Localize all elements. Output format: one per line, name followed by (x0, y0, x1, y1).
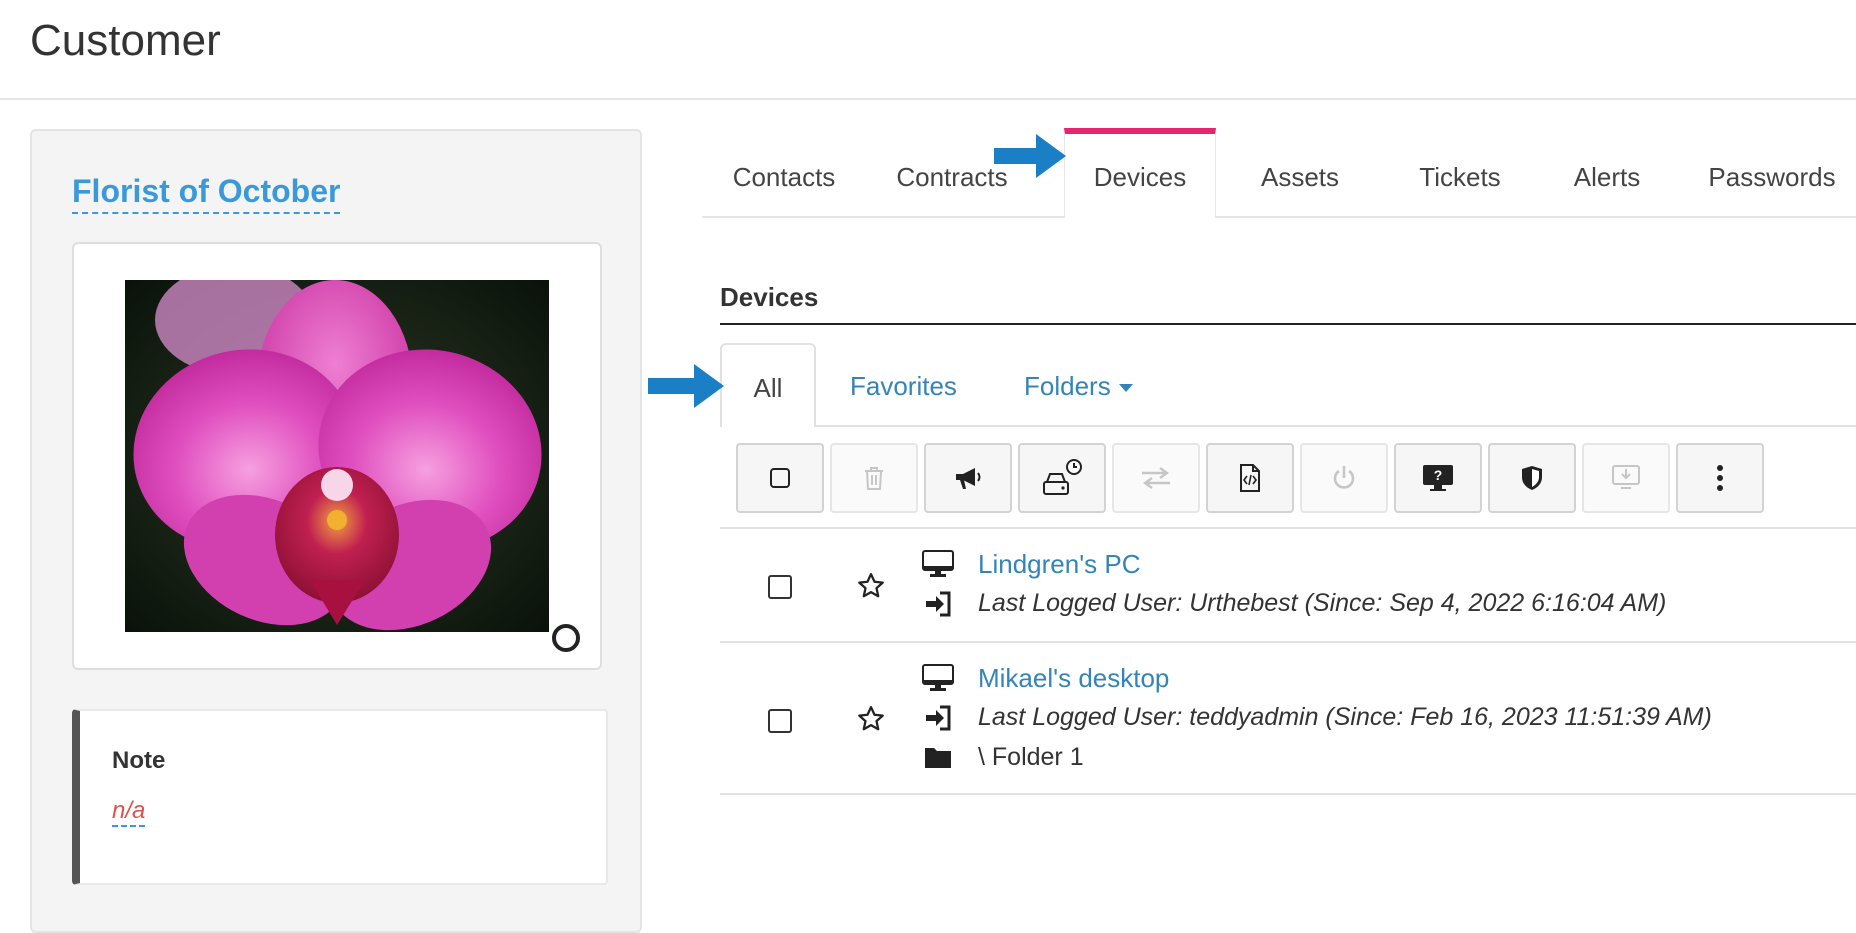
tab-tickets[interactable]: Tickets (1390, 128, 1530, 216)
select-all-button[interactable] (736, 443, 824, 513)
megaphone-icon (956, 468, 981, 489)
list-divider (720, 793, 1856, 795)
annotation-arrow-icon (648, 364, 724, 408)
device-name-link[interactable]: Lindgren's PC (978, 549, 1141, 580)
delete-button[interactable] (830, 443, 918, 513)
download-monitor-icon (1612, 465, 1640, 489)
photo-resize-handle[interactable] (552, 624, 580, 652)
svg-text:?: ? (1434, 467, 1443, 483)
file-code-icon (1240, 464, 1260, 492)
customer-panel: Florist of October Note n/a (30, 129, 642, 933)
power-icon (1333, 466, 1355, 489)
customer-name-link[interactable]: Florist of October (72, 173, 341, 214)
device-row: Mikael's desktop Last Logged User: teddy… (720, 643, 1856, 793)
device-row: Lindgren's PC Last Logged User: Urthebes… (720, 529, 1856, 641)
subtab-folders[interactable]: Folders (1024, 343, 1133, 425)
device-last-user: Last Logged User: Urthebest (Since: Sep … (978, 589, 1667, 617)
device-name-link[interactable]: Mikael's desktop (978, 663, 1169, 694)
customer-photo-card (72, 242, 602, 670)
drive-clock-icon (1043, 459, 1082, 495)
page-title: Customer (30, 16, 221, 65)
note-value-link[interactable]: n/a (112, 797, 146, 827)
remote-support-button[interactable]: ? (1394, 443, 1482, 513)
device-checkbox[interactable] (768, 709, 792, 733)
device-toolbar: ? (736, 443, 1846, 513)
page-header: Customer (0, 0, 1856, 100)
tab-contacts[interactable]: Contacts (702, 128, 866, 216)
devices-section-title: Devices (720, 282, 819, 312)
subtab-favorites[interactable]: Favorites (850, 343, 957, 425)
desktop-icon (922, 664, 954, 691)
subtab-folders-label: Folders (1024, 371, 1111, 401)
device-checkbox[interactable] (768, 575, 792, 599)
power-button[interactable] (1300, 443, 1388, 513)
device-last-user: Last Logged User: teddyadmin (Since: Feb… (978, 703, 1712, 731)
tab-assets[interactable]: Assets (1236, 128, 1364, 216)
star-icon[interactable] (856, 571, 886, 601)
transfer-arrows-icon (1142, 467, 1170, 489)
customer-photo (125, 280, 549, 632)
section-divider (720, 323, 1856, 325)
device-filter-tabs: All Favorites Folders (720, 343, 1856, 427)
announce-button[interactable] (924, 443, 1012, 513)
tab-devices[interactable]: Devices (1064, 128, 1216, 218)
transfer-button[interactable] (1112, 443, 1200, 513)
folder-icon (925, 748, 951, 768)
device-folder-path: \ Folder 1 (978, 743, 1084, 771)
tab-passwords[interactable]: Passwords (1692, 128, 1852, 216)
run-script-button[interactable] (1206, 443, 1294, 513)
subtab-all[interactable]: All (720, 343, 816, 427)
note-card: Note n/a (72, 709, 608, 885)
scheduled-task-button[interactable] (1018, 443, 1106, 513)
sign-in-icon (926, 591, 951, 617)
monitor-question-icon: ? (1423, 465, 1453, 491)
star-icon[interactable] (856, 704, 886, 734)
note-title: Note (112, 747, 166, 774)
tab-alerts[interactable]: Alerts (1552, 128, 1662, 216)
more-actions-button[interactable] (1676, 443, 1764, 513)
shield-icon (1522, 466, 1542, 490)
deploy-button[interactable] (1582, 443, 1670, 513)
security-button[interactable] (1488, 443, 1576, 513)
checkbox-icon (770, 468, 790, 488)
desktop-icon (922, 550, 954, 577)
chevron-down-icon (1118, 384, 1133, 393)
annotation-arrow-icon (994, 134, 1066, 178)
customer-tabs: Contacts Contracts Devices Assets Ticket… (702, 128, 1856, 218)
sign-in-icon (926, 705, 951, 731)
trash-icon (865, 467, 883, 490)
more-vertical-icon (1717, 465, 1723, 491)
